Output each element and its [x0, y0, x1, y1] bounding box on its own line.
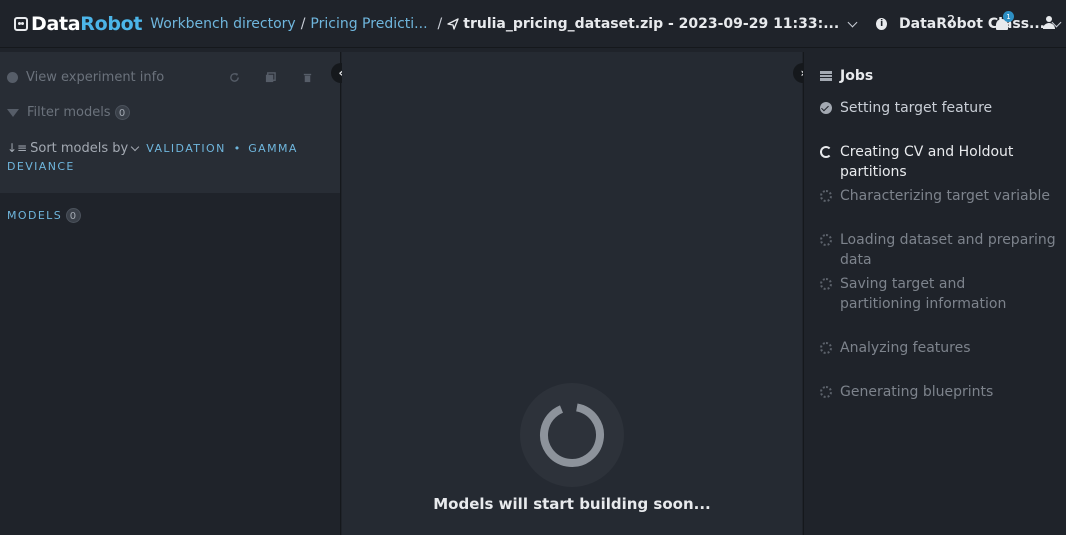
breadcrumb-project[interactable]: Pricing Predicti... — [310, 16, 427, 32]
filter-label: Filter models — [27, 105, 111, 120]
job-label: Characterizing target variable — [840, 188, 1050, 204]
pending-icon — [820, 386, 832, 398]
pending-icon — [820, 278, 832, 290]
job-label: Setting target feature — [840, 100, 993, 116]
job-item: Saving target and partitioning informati… — [820, 274, 1050, 314]
loading-spinner-icon — [540, 403, 604, 467]
help-icon[interactable]: ? — [947, 12, 955, 30]
top-bar: Data Robot Workbench directory / Pricing … — [0, 0, 1066, 48]
models-label: MODELS — [7, 209, 63, 222]
dataset-name: trulia_pricing_dataset.zip - 2023-09-29 … — [463, 15, 840, 32]
metric-deviance[interactable]: DEVIANCE — [7, 160, 75, 173]
trash-icon[interactable] — [302, 72, 313, 83]
robot-icon — [14, 16, 28, 31]
job-item: Generating blueprints — [820, 382, 1065, 402]
models-list-header: MODELS 0 — [7, 208, 82, 223]
logo-text-data: Data — [31, 12, 81, 35]
jobs-panel: Jobs Setting target feature Creating CV … — [803, 52, 1066, 535]
models-count-badge: 0 — [66, 208, 82, 223]
models-panel-header: View experiment info Filter models 0 ↓≡ S… — [0, 52, 340, 193]
duplicate-icon[interactable] — [265, 72, 276, 83]
chevron-down-icon — [847, 17, 858, 27]
metric-separator-dot: • — [233, 142, 241, 155]
datarobot-logo[interactable]: Data Robot — [14, 0, 143, 48]
jobs-header: Jobs — [820, 68, 873, 84]
refresh-icon[interactable] — [229, 72, 240, 83]
job-label: Saving target and partitioning informati… — [840, 276, 1007, 312]
job-item: Analyzing features — [820, 338, 1065, 358]
metric-validation[interactable]: VALIDATION — [146, 142, 226, 155]
globe-icon — [7, 72, 18, 83]
job-item: Characterizing target variable — [820, 186, 1065, 206]
pending-icon — [820, 190, 832, 202]
models-panel: View experiment info Filter models 0 ↓≡ S… — [0, 52, 341, 535]
sort-models[interactable]: ↓≡ Sort models by VALIDATION • GAMMA — [7, 141, 298, 156]
jobs-title: Jobs — [840, 68, 874, 84]
sort-label: Sort models by — [30, 141, 129, 156]
chevron-down-icon — [130, 142, 140, 152]
org-name: DataRobot Class... — [899, 15, 1045, 32]
send-arrow-icon — [447, 17, 459, 30]
pending-icon — [820, 234, 832, 246]
filter-models[interactable]: Filter models 0 — [7, 105, 130, 120]
breadcrumb-separator-2: / — [437, 15, 443, 32]
job-label: Creating CV and Holdout partitions — [840, 144, 1014, 180]
job-item: Creating CV and Holdout partitions — [820, 142, 1065, 182]
job-item: Setting target feature — [820, 98, 1065, 118]
job-label: Generating blueprints — [840, 384, 994, 400]
dataset-selector[interactable]: trulia_pricing_dataset.zip - 2023-09-29 … — [447, 16, 862, 32]
notification-badge: 1 — [1003, 11, 1014, 22]
job-item: Loading dataset and preparing data — [820, 230, 1065, 270]
sort-icon: ↓≡ — [7, 141, 28, 155]
building-status-text: Models will start building soon... — [433, 495, 711, 513]
logo-text-robot: Robot — [80, 12, 143, 35]
org-selector[interactable]: DataRobot Class... — [887, 16, 1066, 32]
progress-spinner-icon — [820, 146, 832, 158]
info-icon[interactable]: i — [876, 17, 888, 30]
job-label: Loading dataset and preparing data — [840, 232, 1056, 268]
metric-gamma[interactable]: GAMMA — [248, 142, 298, 155]
breadcrumb-separator: / — [300, 15, 306, 32]
filter-count-badge: 0 — [114, 105, 130, 120]
filter-icon — [7, 108, 19, 117]
main-content: Models will start building soon... — [342, 52, 802, 535]
view-experiment-info[interactable]: View experiment info — [7, 70, 164, 85]
user-icon[interactable] — [1043, 16, 1055, 30]
breadcrumb-workbench[interactable]: Workbench directory — [150, 16, 295, 32]
check-circle-icon — [820, 102, 832, 114]
pending-icon — [820, 342, 832, 354]
server-icon — [820, 71, 832, 81]
job-label: Analyzing features — [840, 340, 971, 356]
view-info-label: View experiment info — [26, 70, 165, 85]
